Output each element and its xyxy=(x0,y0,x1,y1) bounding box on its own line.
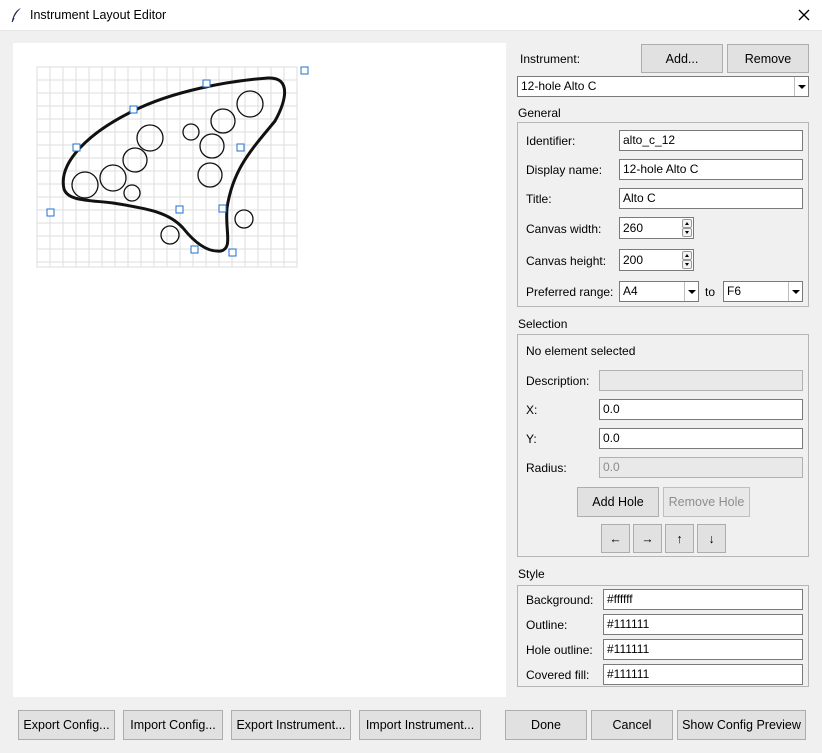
move-right-button[interactable]: → xyxy=(633,524,662,553)
spin-down-icon[interactable] xyxy=(682,228,692,237)
radius-field[interactable]: 0.0 xyxy=(599,457,803,478)
control-handle xyxy=(46,208,55,217)
outline-label: Outline: xyxy=(526,618,568,632)
move-down-button[interactable]: ↓ xyxy=(697,524,726,553)
range-to-select[interactable]: F6 xyxy=(723,281,803,302)
canvas-height-label: Canvas height: xyxy=(526,254,607,268)
selection-section-title: Selection xyxy=(518,317,568,331)
hole xyxy=(210,108,236,134)
move-up-button[interactable]: ↑ xyxy=(665,524,694,553)
hole xyxy=(99,164,127,192)
move-left-button[interactable]: ← xyxy=(601,524,630,553)
title-label: Title: xyxy=(526,192,552,206)
description-label: Description: xyxy=(526,374,590,388)
identifier-label: Identifier: xyxy=(526,134,576,148)
covered-fill-color-field[interactable]: #111111 xyxy=(603,664,803,685)
range-from-select[interactable]: A4 xyxy=(619,281,699,302)
spin-down-icon[interactable] xyxy=(682,260,692,269)
outline-color-field[interactable]: #111111 xyxy=(603,614,803,635)
y-label: Y: xyxy=(526,432,537,446)
title-field[interactable]: Alto C xyxy=(619,188,803,209)
background-color-field[interactable]: #ffffff xyxy=(603,589,803,610)
canvas-width-value: 260 xyxy=(623,221,644,235)
show-config-preview-button[interactable]: Show Config Preview xyxy=(677,710,806,740)
remove-hole-button[interactable]: Remove Hole xyxy=(663,487,750,517)
preferred-range-label: Preferred range: xyxy=(526,285,614,299)
control-handle xyxy=(228,248,237,257)
window-title: Instrument Layout Editor xyxy=(30,8,167,22)
hole xyxy=(197,162,223,188)
instrument-select-value: 12-hole Alto C xyxy=(521,79,597,93)
x-label: X: xyxy=(526,403,538,417)
cancel-button[interactable]: Cancel xyxy=(591,710,673,740)
display-name-field[interactable]: 12-hole Alto C xyxy=(619,159,803,180)
description-field[interactable] xyxy=(599,370,803,391)
control-handle xyxy=(300,66,309,75)
background-label: Background: xyxy=(526,593,594,607)
display-name-label: Display name: xyxy=(526,163,603,177)
control-handle xyxy=(72,143,81,152)
control-handle xyxy=(218,204,227,213)
hole xyxy=(122,147,148,173)
range-from-value: A4 xyxy=(623,284,638,298)
hole-outline-color-field[interactable]: #111111 xyxy=(603,639,803,660)
hole-outline-label: Hole outline: xyxy=(526,643,593,657)
canvas-width-stepper[interactable]: 260 xyxy=(619,217,694,239)
instrument-select[interactable]: 12-hole Alto C xyxy=(517,76,809,97)
remove-instrument-button[interactable]: Remove xyxy=(727,44,809,73)
range-to-value: F6 xyxy=(727,284,742,298)
hole xyxy=(160,225,180,245)
covered-fill-label: Covered fill: xyxy=(526,668,590,682)
control-handle xyxy=(190,245,199,254)
chevron-down-icon[interactable] xyxy=(684,282,698,301)
hole xyxy=(199,133,225,159)
radius-label: Radius: xyxy=(526,461,567,475)
control-handle xyxy=(129,105,138,114)
add-instrument-button[interactable]: Add... xyxy=(641,44,723,73)
export-instrument-button[interactable]: Export Instrument... xyxy=(231,710,351,740)
control-handle xyxy=(175,205,184,214)
canvas-width-label: Canvas width: xyxy=(526,222,602,236)
x-field[interactable]: 0.0 xyxy=(599,399,803,420)
close-icon[interactable] xyxy=(792,3,816,27)
done-button[interactable]: Done xyxy=(505,710,587,740)
hole xyxy=(236,90,264,118)
chevron-down-icon[interactable] xyxy=(794,77,808,96)
identifier-field[interactable]: alto_c_12 xyxy=(619,130,803,151)
control-handle xyxy=(202,79,211,88)
import-instrument-button[interactable]: Import Instrument... xyxy=(359,710,481,740)
add-hole-button[interactable]: Add Hole xyxy=(577,487,659,517)
instrument-canvas-drawing[interactable] xyxy=(13,43,506,697)
hole xyxy=(123,184,141,202)
title-bar: Instrument Layout Editor xyxy=(0,0,822,31)
general-section-title: General xyxy=(518,106,561,120)
chevron-down-icon[interactable] xyxy=(788,282,802,301)
instrument-label: Instrument: xyxy=(520,52,581,66)
export-config-button[interactable]: Export Config... xyxy=(18,710,115,740)
style-section-title: Style xyxy=(518,567,545,581)
canvas-height-stepper[interactable]: 200 xyxy=(619,249,694,271)
selection-status: No element selected xyxy=(526,344,636,358)
range-to-label: to xyxy=(705,285,716,299)
control-handle xyxy=(236,143,245,152)
import-config-button[interactable]: Import Config... xyxy=(123,710,223,740)
spin-up-icon[interactable] xyxy=(682,219,692,228)
layout-canvas[interactable] xyxy=(13,43,506,697)
hole xyxy=(234,209,254,229)
canvas-height-value: 200 xyxy=(623,253,644,267)
y-field[interactable]: 0.0 xyxy=(599,428,803,449)
spin-up-icon[interactable] xyxy=(682,251,692,260)
instrument-outline[interactable] xyxy=(61,76,286,253)
feather-icon xyxy=(11,8,21,23)
